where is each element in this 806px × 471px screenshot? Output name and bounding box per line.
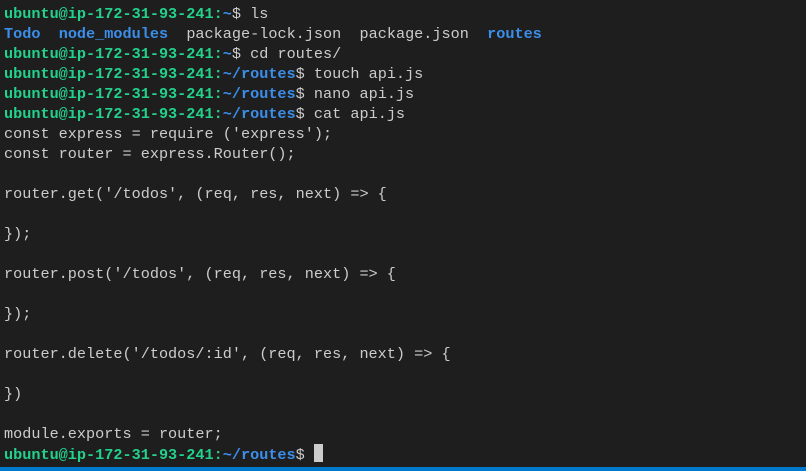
prompt-user-host: ubuntu@ip-172-31-93-241 <box>4 45 214 63</box>
previous-output-cut <box>0 0 806 3</box>
prompt-path: ~/routes <box>222 105 296 123</box>
prompt-line: ubuntu@ip-172-31-93-241:~/routes$ touch … <box>4 64 542 84</box>
command-text: cat api.js <box>304 105 406 123</box>
output-text: module.exports = router; <box>4 425 223 443</box>
output-line: }) <box>4 384 542 404</box>
prompt-colon: : <box>213 446 223 464</box>
prompt-colon: : <box>213 65 223 83</box>
prompt-path: ~ <box>222 5 232 23</box>
prompt-path: ~ <box>222 45 232 63</box>
prompt-colon: : <box>213 45 223 63</box>
prompt-path: ~/routes <box>222 446 296 464</box>
ls-entry: node_modules <box>58 25 169 43</box>
command-text: cd routes/ <box>241 45 342 63</box>
prompt-user-host: ubuntu@ip-172-31-93-241 <box>4 105 214 123</box>
output-line: Todo node_modules package-lock.json pack… <box>4 24 542 44</box>
output-text: }) <box>4 385 23 403</box>
output-line: router.post('/todos', (req, res, next) =… <box>4 264 542 284</box>
command-text <box>305 446 314 464</box>
prompt-dollar: $ <box>295 85 305 103</box>
status-bar <box>0 467 806 471</box>
prompt-line: ubuntu@ip-172-31-93-241:~$ ls <box>4 4 542 24</box>
prompt-user-host: ubuntu@ip-172-31-93-241 <box>4 65 214 83</box>
output-line: const router = express.Router(); <box>4 144 542 164</box>
prompt-user-host: ubuntu@ip-172-31-93-241 <box>4 5 214 23</box>
ls-entry: Todo <box>4 25 41 43</box>
prompt-line: ubuntu@ip-172-31-93-241:~/routes$ <box>4 444 542 464</box>
command-text: touch api.js <box>304 65 424 83</box>
ls-entry: package-lock.json <box>186 25 342 43</box>
prompt-dollar: $ <box>295 446 305 464</box>
prompt-path: ~/routes <box>222 85 296 103</box>
prompt-line: ubuntu@ip-172-31-93-241:~$ cd routes/ <box>4 44 542 64</box>
output-text: router.get('/todos', (req, res, next) =>… <box>4 185 387 203</box>
prompt-line: ubuntu@ip-172-31-93-241:~/routes$ nano a… <box>4 84 542 104</box>
prompt-dollar: $ <box>295 65 305 83</box>
output-text: }); <box>4 305 32 323</box>
prompt-colon: : <box>213 5 223 23</box>
output-text: }); <box>4 225 32 243</box>
output-text: const router = express.Router(); <box>4 145 296 163</box>
output-line: router.get('/todos', (req, res, next) =>… <box>4 184 542 204</box>
command-text: ls <box>241 5 269 23</box>
output-text: const express = require ('express'); <box>4 125 333 143</box>
command-text: nano api.js <box>304 85 415 103</box>
prompt-dollar: $ <box>295 105 305 123</box>
output-line: }); <box>4 304 542 324</box>
ls-entry: package.json <box>359 25 469 43</box>
ls-entry: routes <box>487 25 542 43</box>
prompt-dollar: $ <box>231 45 241 63</box>
prompt-colon: : <box>213 105 223 123</box>
output-line: }); <box>4 224 542 244</box>
terminal-output[interactable]: ubuntu@ip-172-31-93-241:~$ ls Todo node_m… <box>4 4 542 464</box>
output-text: router.post('/todos', (req, res, next) =… <box>4 265 396 283</box>
cursor[interactable] <box>313 444 323 462</box>
prompt-user-host: ubuntu@ip-172-31-93-241 <box>4 446 214 464</box>
prompt-dollar: $ <box>231 5 241 23</box>
output-line: const express = require ('express'); <box>4 124 542 144</box>
output-line: module.exports = router; <box>4 424 542 444</box>
output-line: router.delete('/todos/:id', (req, res, n… <box>4 344 542 364</box>
output-text: router.delete('/todos/:id', (req, res, n… <box>4 345 451 363</box>
prompt-colon: : <box>213 85 223 103</box>
prompt-user-host: ubuntu@ip-172-31-93-241 <box>4 85 214 103</box>
prompt-line: ubuntu@ip-172-31-93-241:~/routes$ cat ap… <box>4 104 542 124</box>
prompt-path: ~/routes <box>222 65 296 83</box>
